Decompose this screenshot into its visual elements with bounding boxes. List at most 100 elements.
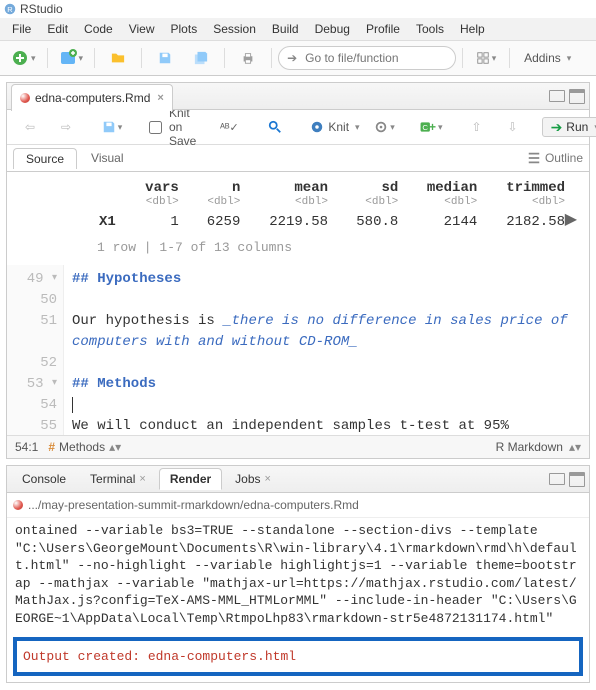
rmd-doc-icon (20, 93, 30, 103)
menu-profile[interactable]: Profile (358, 20, 408, 38)
scope-label: Methods (59, 440, 105, 454)
menu-plots[interactable]: Plots (163, 20, 206, 38)
fold-icon[interactable]: ▾ (52, 273, 57, 284)
updown-icon: ▴▾ (569, 440, 581, 454)
tab-jobs-label: Jobs (235, 472, 260, 486)
chevron-down-icon: ▾ (118, 122, 123, 133)
console-pane: Console Terminal × Render Jobs × .../may… (6, 465, 590, 683)
minimize-pane-icon[interactable] (549, 473, 565, 485)
close-tab-button[interactable]: × (265, 473, 271, 485)
menu-debug[interactable]: Debug (307, 20, 358, 38)
tab-source[interactable]: Source (13, 148, 77, 169)
tab-render[interactable]: Render (159, 468, 222, 490)
tab-terminal[interactable]: Terminal × (79, 468, 157, 490)
source-text[interactable]: ## Hypotheses Our hypothesis is _there i… (64, 265, 589, 435)
knit-on-save-label: Knit on Save (169, 106, 196, 148)
editor-toolbar: ⇦ ⇨ ▾ Knit on Save ᴬᴮ✓ Knit ▾ ▾ C (7, 110, 589, 145)
editor-tab-strip: edna-computers.Rmd × (7, 83, 589, 110)
print-button[interactable] (231, 45, 265, 71)
table-next-cols-button[interactable]: ▶ (565, 209, 577, 229)
new-project-button[interactable]: ▾ (54, 45, 89, 71)
code-editor[interactable]: 49 ▾ 50 51 52 53 ▾ 54 55 ## Hypotheses O… (7, 265, 589, 435)
addins-dropdown[interactable]: Addins ▾ (516, 49, 579, 67)
outline-toggle[interactable]: Outline (527, 151, 583, 165)
open-file-button[interactable] (101, 45, 135, 71)
grid-view-button[interactable]: ▾ (469, 45, 503, 71)
render-path-bar: .../may-presentation-summit-rmarkdown/ed… (7, 493, 589, 518)
knit-button[interactable]: Knit ▾ (304, 118, 365, 136)
outline-label: Outline (545, 151, 583, 165)
menu-edit[interactable]: Edit (39, 20, 76, 38)
editor-tab[interactable]: edna-computers.Rmd × (11, 84, 173, 111)
menu-bar: File Edit Code View Plots Session Build … (0, 18, 596, 41)
svg-text:C: C (422, 123, 428, 132)
toolbar-separator (94, 48, 95, 68)
global-toolbar: ▾ ▾ ➔ ▾ Addins ▾ (0, 41, 596, 76)
chevron-down-icon: ▾ (492, 53, 497, 64)
insert-chunk-button[interactable]: C + ▾ (414, 114, 448, 140)
goto-arrow-icon: ➔ (287, 51, 297, 65)
tab-visual[interactable]: Visual (79, 148, 135, 168)
goto-input[interactable] (303, 50, 427, 66)
menu-code[interactable]: Code (76, 20, 121, 38)
tab-terminal-label: Terminal (90, 472, 135, 486)
forward-button[interactable]: ⇨ (49, 114, 83, 140)
editor-tab-label: edna-computers.Rmd (35, 91, 150, 105)
toolbar-separator (141, 48, 142, 68)
menu-file[interactable]: File (4, 20, 39, 38)
toolbar-separator (224, 48, 225, 68)
chevron-down-icon: ▾ (438, 122, 443, 133)
th-vars: vars (145, 180, 179, 196)
knit-on-save[interactable]: Knit on Save (141, 106, 200, 148)
updown-icon: ▴▾ (109, 440, 121, 454)
close-tab-button[interactable]: × (139, 473, 145, 485)
menu-session[interactable]: Session (205, 20, 264, 38)
scope-nav[interactable]: # Methods ▴▾ (48, 440, 121, 454)
minimize-pane-icon[interactable] (549, 90, 565, 102)
row-name: X1 (87, 210, 129, 234)
table-footer: 1 row | 1-7 of 13 columns (85, 236, 579, 263)
toolbar-separator (462, 48, 463, 68)
editor-status-bar: 54:1 # Methods ▴▾ R Markdown ▴▾ (7, 435, 589, 458)
chunk-output-table: vars<dbl> n<dbl> mean<dbl> sd<dbl> media… (7, 172, 589, 265)
chevron-down-icon: ▾ (31, 53, 36, 64)
save-doc-button[interactable]: ▾ (95, 114, 129, 140)
knit-options-button[interactable]: ▾ (368, 114, 402, 140)
run-button[interactable]: ➔ Run ▾ (542, 117, 596, 137)
th-mean: mean (294, 180, 328, 196)
chevron-down-icon: ▾ (567, 53, 572, 64)
new-file-button[interactable]: ▾ (6, 45, 41, 71)
tab-console[interactable]: Console (11, 468, 77, 490)
toolbar-separator (271, 48, 272, 68)
find-replace-button[interactable] (258, 114, 292, 140)
back-button[interactable]: ⇦ (13, 114, 47, 140)
spellcheck-button[interactable]: ᴬᴮ✓ (212, 114, 246, 140)
go-prev-chunk-button[interactable]: ⇧ (460, 114, 494, 140)
maximize-pane-icon[interactable] (569, 472, 585, 487)
menu-help[interactable]: Help (452, 20, 493, 38)
menu-tools[interactable]: Tools (408, 20, 452, 38)
tab-jobs[interactable]: Jobs × (224, 468, 282, 490)
knit-on-save-checkbox[interactable] (149, 121, 162, 134)
goto-file-function[interactable]: ➔ (278, 46, 456, 70)
table-row: X1 1 6259 2219.58 580.8 2144 2182.58 (87, 210, 577, 234)
menu-build[interactable]: Build (264, 20, 307, 38)
maximize-pane-icon[interactable] (569, 89, 585, 104)
knit-label: Knit (328, 120, 349, 134)
close-tab-button[interactable]: × (157, 92, 163, 104)
text-cursor (72, 397, 73, 413)
th-median: median (427, 180, 477, 196)
save-button[interactable] (148, 45, 182, 71)
rmd-doc-icon (13, 500, 23, 510)
rstudio-logo-icon: R (4, 3, 16, 15)
editor-pane: edna-computers.Rmd × ⇦ ⇨ ▾ Knit on Save … (6, 82, 590, 459)
menu-view[interactable]: View (121, 20, 163, 38)
chevron-down-icon: ▾ (355, 122, 360, 133)
run-arrow-icon: ➔ (551, 120, 563, 134)
save-all-button[interactable] (184, 45, 218, 71)
output-created-highlight: Output created: edna-computers.html (13, 637, 583, 676)
bottom-tab-strip: Console Terminal × Render Jobs × (7, 466, 589, 493)
go-next-chunk-button[interactable]: ⇩ (496, 114, 530, 140)
window-titlebar: R RStudio (0, 0, 596, 18)
fold-icon[interactable]: ▾ (52, 378, 57, 389)
